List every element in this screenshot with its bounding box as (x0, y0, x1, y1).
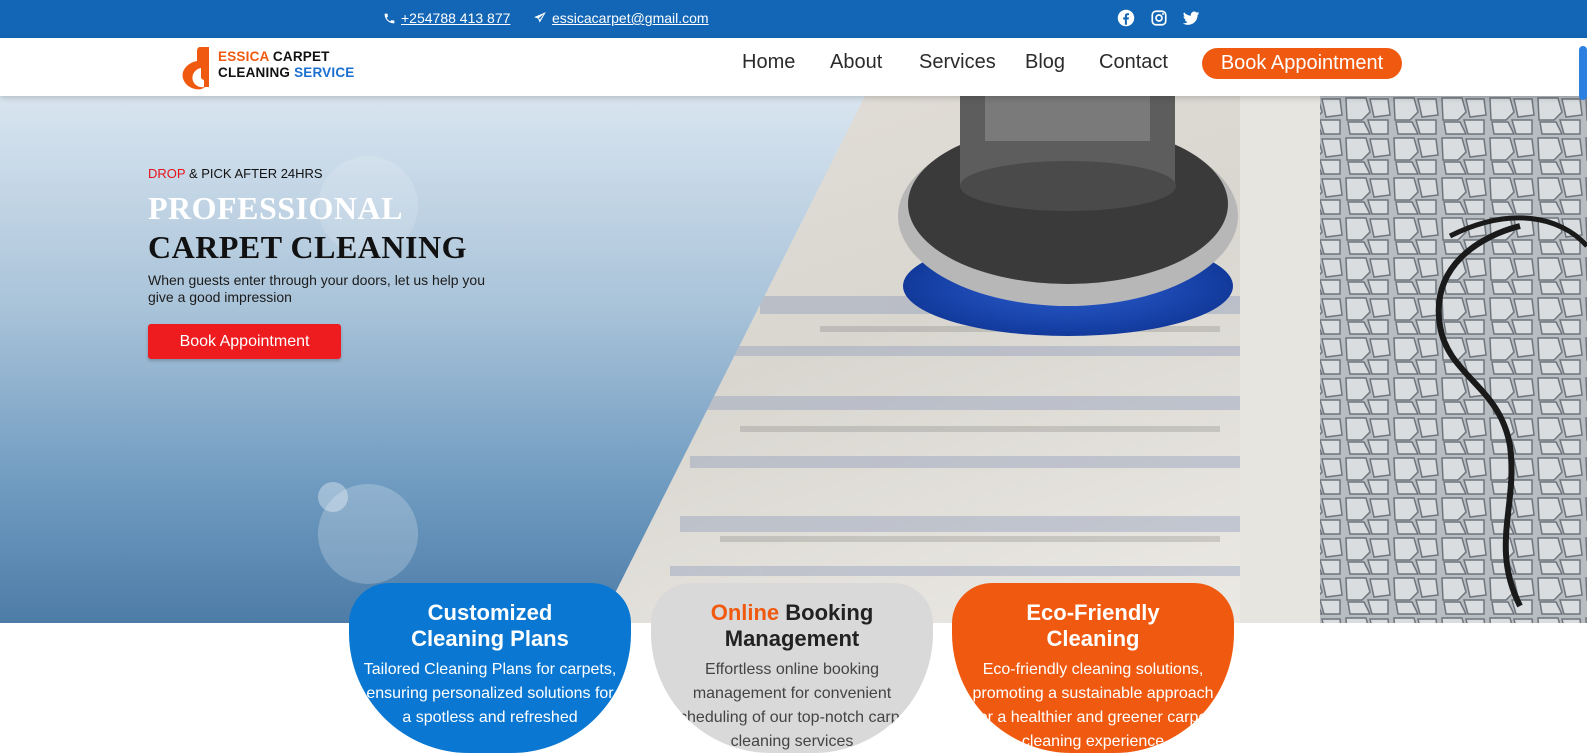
feature-card-eco-friendly[interactable]: Eco-Friendly Cleaning Eco-friendly clean… (952, 583, 1234, 753)
card-title-line-2: Cleaning Plans (411, 626, 569, 651)
nav-blog-link[interactable]: Blog (1025, 51, 1065, 74)
facebook-icon[interactable] (1117, 9, 1135, 27)
feature-card-customized-plans[interactable]: Customized Cleaning Plans Tailored Clean… (349, 583, 631, 753)
logo-line-1: ESSICA CARPET (218, 49, 330, 64)
hero-section: DROP & PICK AFTER 24HRS PROFESSIONAL CAR… (0, 96, 1587, 623)
nav-contact-link[interactable]: Contact (1099, 51, 1168, 74)
instagram-icon[interactable] (1150, 9, 1168, 27)
nav-book-appointment-button[interactable]: Book Appointment (1202, 48, 1402, 79)
card-title-rest: Booking (785, 600, 874, 625)
logo-word-cleaning: CLEANING (218, 65, 291, 80)
hero-tagline: DROP & PICK AFTER 24HRS (148, 166, 323, 181)
card-title-line-2: Cleaning (1046, 626, 1140, 651)
card-title-line-1: Eco-Friendly (1026, 600, 1160, 625)
twitter-icon[interactable] (1182, 9, 1200, 27)
logo-word-essica: ESSICA (218, 49, 269, 64)
nav-about-link[interactable]: About (830, 51, 882, 74)
logo-word-carpet: CARPET (272, 49, 330, 64)
card-title-line-2: Management (724, 626, 860, 651)
logo-mark-icon (182, 47, 209, 90)
email-address: essicacarpet@gmail.com (552, 10, 709, 26)
phone-link[interactable]: +254788 413 877 (383, 10, 510, 26)
page-scrollbar-thumb[interactable] (1579, 46, 1587, 100)
hero-tag-drop: DROP (148, 166, 186, 181)
hero-book-appointment-button[interactable]: Book Appointment (148, 324, 341, 359)
logo-word-service: SERVICE (294, 65, 355, 80)
nav-home-link[interactable]: Home (742, 51, 795, 74)
main-navbar: ESSICA CARPET CLEANING SERVICE Home Abou… (0, 38, 1587, 96)
email-link[interactable]: essicacarpet@gmail.com (533, 10, 709, 26)
phone-number: +254788 413 877 (401, 10, 511, 26)
feature-card-online-booking[interactable]: Online Booking Management Effortless onl… (651, 583, 933, 753)
nav-services-link[interactable]: Services (919, 51, 996, 74)
hero-title-line-2: CARPET CLEANING (148, 229, 467, 265)
hero-title-line-1: PROFESSIONAL (148, 190, 403, 226)
card-title: Customized Cleaning Plans (349, 600, 631, 652)
paper-plane-icon (534, 12, 546, 23)
phone-icon (384, 13, 395, 23)
top-contact-bar: +254788 413 877 essicacarpet@gmail.com (0, 0, 1587, 38)
logo-line-2: CLEANING SERVICE (218, 65, 355, 80)
card-description: Tailored Cleaning Plans for carpets, ens… (363, 661, 617, 726)
decorative-bubble-small (318, 482, 348, 512)
card-title: Online Booking Management (651, 600, 933, 652)
card-title-accent: Online (710, 600, 780, 625)
site-logo[interactable]: ESSICA CARPET CLEANING SERVICE (178, 42, 362, 92)
card-title-line-1: Customized (427, 600, 553, 625)
hero-tag-rest: & PICK AFTER 24HRS (188, 166, 323, 181)
hero-subtitle: When guests enter through your doors, le… (148, 272, 485, 305)
card-title: Eco-Friendly Cleaning (952, 600, 1234, 652)
